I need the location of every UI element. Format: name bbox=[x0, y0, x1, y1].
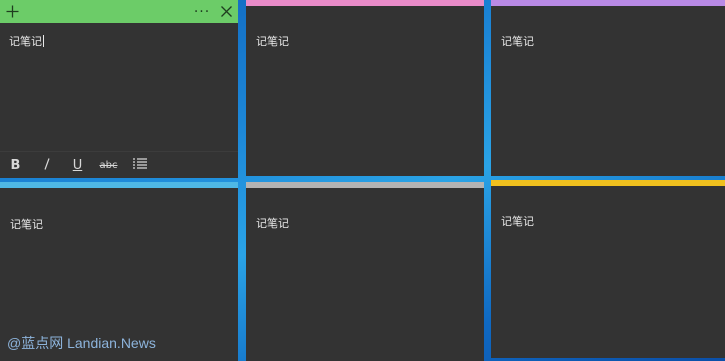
strikethrough-button[interactable]: abc bbox=[93, 160, 124, 171]
new-note-button[interactable] bbox=[2, 0, 22, 23]
text-cursor bbox=[43, 35, 44, 47]
note-text[interactable]: 记笔记 bbox=[501, 33, 534, 49]
sticky-note-purple[interactable]: 记笔记 bbox=[491, 0, 725, 176]
note-text[interactable]: 记笔记 bbox=[10, 216, 43, 232]
close-icon bbox=[220, 6, 232, 17]
note-header-bar bbox=[491, 180, 725, 186]
note-header-bar bbox=[246, 0, 484, 6]
underline-button[interactable]: U bbox=[62, 158, 93, 173]
italic-button[interactable] bbox=[31, 157, 62, 174]
ellipsis-icon: ··· bbox=[193, 3, 211, 20]
close-note-button[interactable] bbox=[215, 0, 237, 23]
italic-icon bbox=[43, 157, 50, 170]
watermark: @蓝点网 Landian.News bbox=[7, 335, 156, 351]
note-text: 记笔记 bbox=[9, 35, 42, 48]
note-header-bar bbox=[0, 182, 238, 188]
bulleted-list-icon bbox=[132, 158, 147, 169]
sticky-note-yellow[interactable]: 记笔记 bbox=[491, 180, 725, 358]
note-header-bar bbox=[246, 182, 484, 188]
note-header-bar bbox=[491, 0, 725, 6]
formatting-toolbar: B U abc bbox=[0, 151, 238, 178]
note-text[interactable]: 记笔记 bbox=[256, 33, 289, 49]
bulleted-list-button[interactable] bbox=[124, 158, 155, 173]
note-text[interactable]: 记笔记 bbox=[501, 213, 534, 229]
plus-icon bbox=[6, 5, 18, 18]
note-text[interactable]: 记笔记 bbox=[256, 215, 289, 231]
bold-button[interactable]: B bbox=[0, 158, 31, 173]
sticky-note-gray[interactable]: 记笔记 bbox=[246, 182, 484, 361]
sticky-note-green[interactable]: ··· 记笔记 B U abc bbox=[0, 0, 238, 178]
more-options-button[interactable]: ··· bbox=[190, 0, 214, 23]
sticky-note-pink[interactable]: 记笔记 bbox=[246, 0, 484, 176]
note-text-editor[interactable]: 记笔记 bbox=[9, 33, 44, 49]
